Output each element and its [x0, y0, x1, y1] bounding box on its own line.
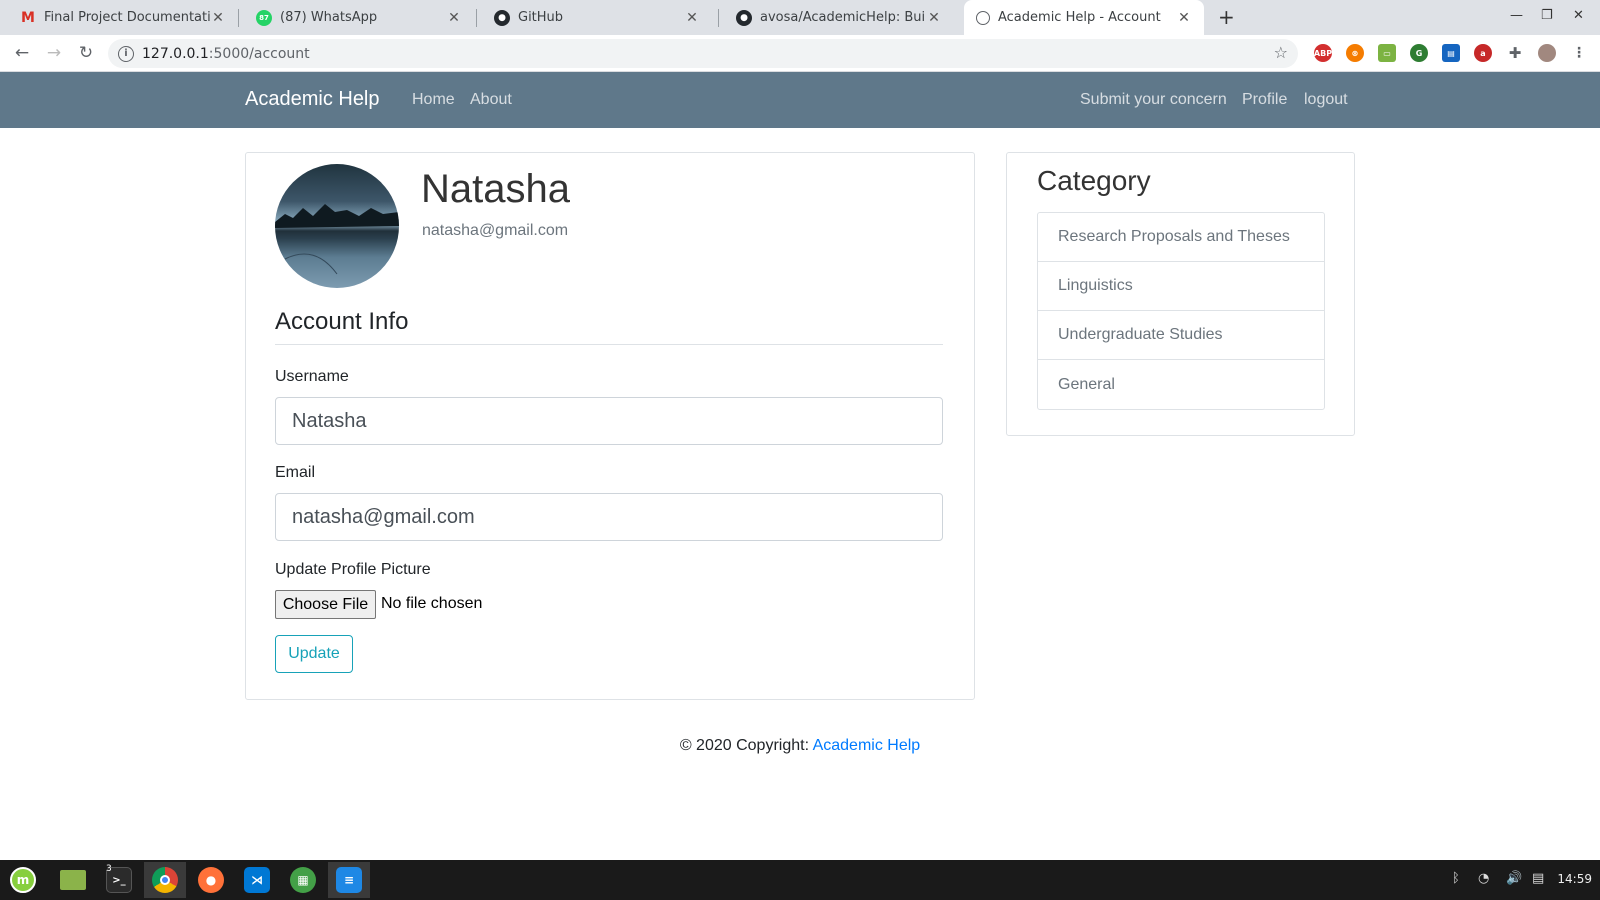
- taskbar-text-editor[interactable]: ≡: [328, 862, 370, 898]
- avatar: [275, 164, 399, 288]
- email-label: Email: [275, 464, 316, 481]
- text-editor-icon: ≡: [336, 867, 362, 893]
- tab-whatsapp[interactable]: 87 (87) WhatsApp ✕: [244, 0, 474, 35]
- close-icon[interactable]: ✕: [684, 10, 700, 26]
- new-tab-button[interactable]: +: [1218, 5, 1235, 29]
- nav-logout[interactable]: logout: [1304, 91, 1348, 109]
- mint-logo-icon: m: [10, 867, 36, 893]
- username-label: Username: [275, 368, 349, 385]
- profile-avatar-icon[interactable]: [1538, 44, 1556, 62]
- taskbar-files[interactable]: [52, 862, 94, 898]
- site-navbar: Academic Help Home About Submit your con…: [0, 72, 1600, 128]
- nav-submit-concern[interactable]: Submit your concern: [1080, 91, 1227, 109]
- volume-icon[interactable]: 🔊: [1506, 871, 1522, 886]
- firefox-icon: ●: [198, 867, 224, 893]
- footer-link[interactable]: Academic Help: [813, 737, 921, 754]
- browser-toolbar: ← → ↻ i 127.0.0.1:5000/account ☆ ABP ⊗ ▭…: [0, 35, 1600, 72]
- taskbar-calc[interactable]: ▦: [282, 862, 324, 898]
- brand-link[interactable]: Academic Help: [245, 88, 380, 111]
- profile-name: Natasha: [421, 167, 570, 211]
- email-input[interactable]: natasha@gmail.com: [275, 493, 943, 541]
- url-host: 127.0.0.1: [142, 45, 209, 62]
- bluetooth-icon[interactable]: ᛒ: [1452, 871, 1460, 886]
- restore-icon[interactable]: ❐: [1541, 8, 1553, 23]
- file-status: No file chosen: [381, 595, 483, 612]
- wifi-icon[interactable]: ◔: [1478, 871, 1489, 886]
- tab-title: GitHub: [518, 10, 564, 25]
- tab-academic-help-account[interactable]: Academic Help - Account ✕: [964, 0, 1204, 35]
- browser-tab-strip: M Final Project Documentation - ✕ 87 (87…: [0, 0, 1600, 35]
- url-path: :5000/account: [208, 45, 310, 62]
- footer-text: © 2020 Copyright:: [679, 737, 813, 754]
- mint-menu-button[interactable]: m: [2, 862, 44, 898]
- bookmark-star-icon[interactable]: ☆: [1274, 43, 1288, 62]
- tab-github[interactable]: ● GitHub ✕: [482, 0, 712, 35]
- globe-icon: [976, 10, 990, 25]
- extension-red-icon[interactable]: a: [1474, 44, 1492, 62]
- minimize-icon[interactable]: —: [1510, 8, 1523, 23]
- reload-icon[interactable]: ↻: [74, 41, 98, 65]
- picture-label: Update Profile Picture: [275, 561, 431, 578]
- taskbar: m 3 >_ ● ⋊ ▦ ≡ ᛒ ◔ 🔊 ▤ 14:59: [0, 860, 1600, 900]
- close-window-icon[interactable]: ✕: [1573, 8, 1584, 23]
- username-input[interactable]: Natasha: [275, 397, 943, 445]
- forward-arrow-icon[interactable]: →: [42, 41, 66, 65]
- category-list: Research Proposals and Theses Linguistic…: [1037, 212, 1325, 410]
- taskbar-chrome[interactable]: [144, 862, 186, 898]
- clock[interactable]: 14:59: [1557, 872, 1592, 886]
- taskbar-firefox[interactable]: ●: [190, 862, 232, 898]
- extension-inbox-icon[interactable]: ▭: [1378, 44, 1396, 62]
- tab-title: Academic Help - Account: [998, 10, 1161, 25]
- close-icon[interactable]: ✕: [210, 10, 226, 26]
- gmail-icon: M: [21, 9, 35, 26]
- section-title: Account Info: [275, 308, 943, 345]
- footer: © 2020 Copyright: Academic Help: [0, 737, 1600, 755]
- category-item-linguistics[interactable]: Linguistics: [1038, 262, 1324, 311]
- puzzle-icon[interactable]: ✚: [1506, 44, 1524, 62]
- clipboard-icon[interactable]: ▤: [1532, 871, 1544, 886]
- username-value: Natasha: [292, 409, 367, 432]
- choose-file-button[interactable]: Choose File: [275, 590, 376, 619]
- github-icon: ●: [494, 9, 510, 26]
- back-arrow-icon[interactable]: ←: [10, 41, 34, 65]
- adblock-icon[interactable]: ABP: [1314, 44, 1332, 62]
- taskbar-vscode[interactable]: ⋊: [236, 862, 278, 898]
- profile-email: natasha@gmail.com: [422, 222, 569, 239]
- tab-academichelp-repo[interactable]: ● avosa/AcademicHelp: Building ✕: [724, 0, 954, 35]
- address-bar[interactable]: i 127.0.0.1:5000/account ☆: [108, 39, 1298, 68]
- category-card: Category Research Proposals and Theses L…: [1006, 152, 1355, 436]
- tab-title: avosa/AcademicHelp: Building: [760, 10, 926, 25]
- category-item-general[interactable]: General: [1038, 360, 1324, 409]
- spreadsheet-icon: ▦: [290, 867, 316, 893]
- nav-about[interactable]: About: [470, 91, 512, 109]
- kebab-menu-icon[interactable]: ⋮: [1570, 44, 1588, 62]
- tab-title: (87) WhatsApp: [280, 10, 378, 25]
- account-card: Natasha natasha@gmail.com Account Info U…: [245, 152, 975, 700]
- close-icon[interactable]: ✕: [926, 10, 942, 26]
- whatsapp-icon: 87: [256, 9, 272, 26]
- vscode-icon: ⋊: [244, 867, 270, 893]
- terminal-badge: 3: [106, 864, 112, 874]
- github-icon: ●: [736, 9, 752, 26]
- tab-gmail[interactable]: M Final Project Documentation - ✕: [8, 0, 238, 35]
- category-item-research[interactable]: Research Proposals and Theses: [1038, 213, 1324, 262]
- category-item-undergraduate[interactable]: Undergraduate Studies: [1038, 311, 1324, 360]
- chrome-icon: [152, 867, 178, 893]
- taskbar-terminal[interactable]: 3 >_: [98, 862, 140, 898]
- email-value: natasha@gmail.com: [292, 505, 475, 528]
- close-icon[interactable]: ✕: [1176, 10, 1192, 26]
- extension-orange-icon[interactable]: ⊗: [1346, 44, 1364, 62]
- extension-briefcase-icon[interactable]: ▤: [1442, 44, 1460, 62]
- update-button[interactable]: Update: [275, 635, 353, 673]
- site-info-icon[interactable]: i: [118, 45, 134, 62]
- tab-title: Final Project Documentation -: [44, 10, 210, 25]
- extension-grammarly-icon[interactable]: G: [1410, 44, 1428, 62]
- folder-icon: [60, 870, 86, 890]
- close-icon[interactable]: ✕: [446, 10, 462, 26]
- nav-profile[interactable]: Profile: [1242, 91, 1287, 109]
- category-title: Category: [1037, 165, 1151, 196]
- nav-home[interactable]: Home: [412, 91, 455, 109]
